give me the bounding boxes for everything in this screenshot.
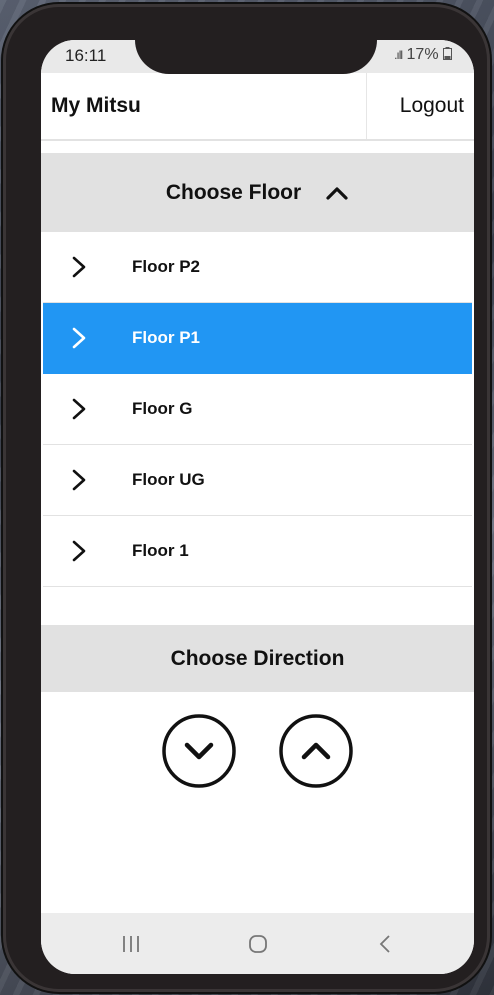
signal-icon: .ıll — [394, 48, 403, 62]
floor-label: Floor G — [132, 399, 193, 418]
status-time: 16:11 — [65, 46, 107, 65]
recent-apps-icon[interactable] — [116, 931, 146, 957]
floor-label: Floor P1 — [132, 328, 201, 347]
floor-item[interactable]: Floor G — [43, 374, 472, 445]
home-icon[interactable] — [243, 931, 273, 957]
chevron-right-icon — [72, 540, 86, 562]
chevron-right-icon — [72, 256, 86, 278]
android-nav-bar — [41, 913, 474, 974]
camera-notch — [135, 40, 377, 74]
floor-list: Floor P2 Floor P1 Floor G Floor UG Floor… — [43, 232, 472, 587]
status-indicators: .ıll 17% — [394, 46, 452, 64]
chevron-right-icon — [72, 327, 86, 349]
chevron-right-icon — [72, 469, 86, 491]
battery-level: 17% — [406, 46, 439, 63]
down-circle-icon[interactable] — [161, 713, 237, 789]
app-title: My Mitsu — [51, 94, 141, 117]
floor-item[interactable]: Floor P2 — [43, 232, 472, 303]
choose-floor-title: Choose Floor — [165, 180, 302, 204]
app-header: My Mitsu Logout — [41, 73, 474, 141]
choose-floor-header[interactable]: Choose Floor — [41, 153, 474, 232]
floor-label: Floor P2 — [132, 257, 201, 276]
floor-item[interactable]: Floor 1 — [43, 516, 472, 587]
phone-frame: 16:11 .ıll 17% My Mitsu Logout Choose Fl… — [3, 4, 490, 992]
choose-direction-title: Choose Direction — [170, 646, 345, 670]
choose-direction-header: Choose Direction — [41, 625, 474, 692]
logout-button[interactable]: Logout — [366, 73, 474, 139]
floor-label: Floor UG — [132, 470, 205, 489]
battery-icon — [443, 47, 452, 60]
chevron-right-icon — [72, 398, 86, 420]
phone-screen: 16:11 .ıll 17% My Mitsu Logout Choose Fl… — [41, 40, 474, 974]
floor-item[interactable]: Floor UG — [43, 445, 472, 516]
floor-label: Floor 1 — [132, 541, 189, 560]
floor-item-selected[interactable]: Floor P1 — [43, 303, 472, 374]
back-icon[interactable] — [371, 931, 401, 957]
up-circle-icon[interactable] — [278, 713, 354, 789]
chevron-up-icon[interactable] — [325, 185, 349, 201]
